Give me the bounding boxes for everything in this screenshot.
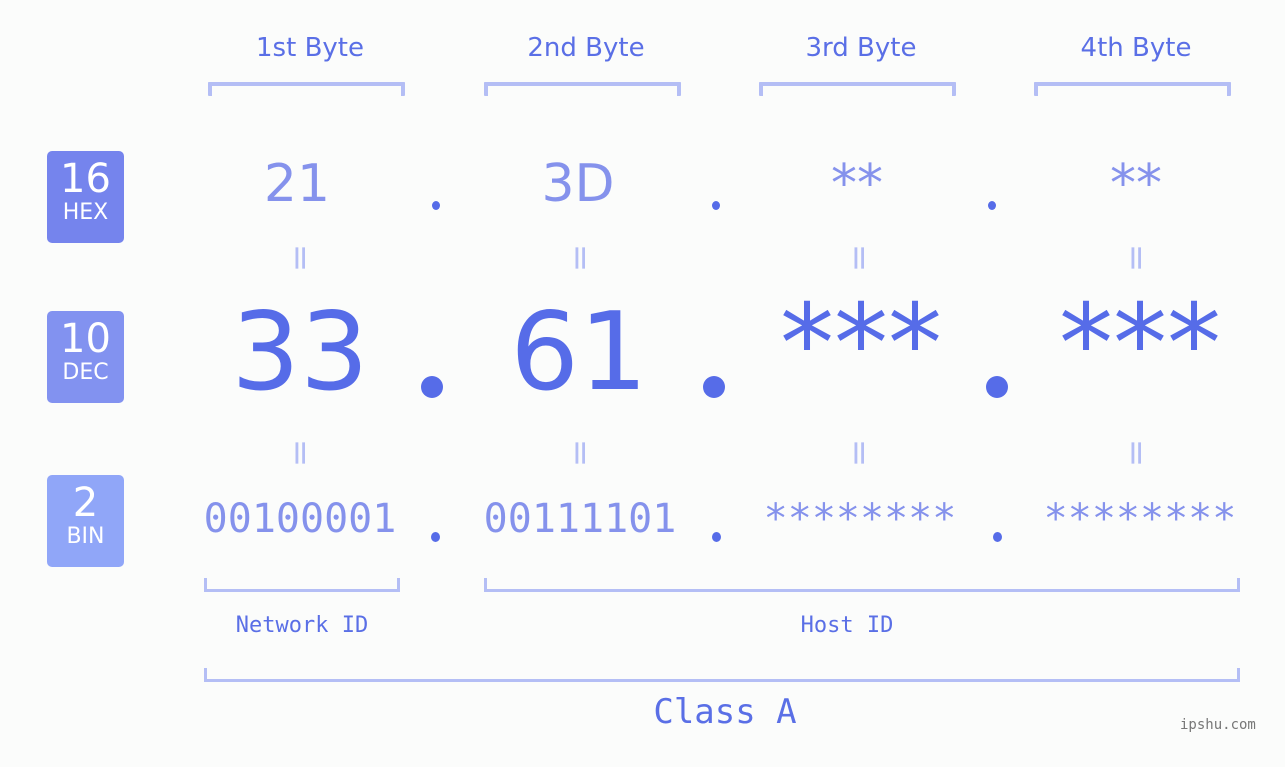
dec-value-1: 33: [231, 290, 369, 415]
equals-icon: =: [280, 243, 320, 273]
host-id-label: Host ID: [800, 613, 894, 638]
hex-badge-number: 16: [60, 156, 111, 202]
class-label: Class A: [653, 692, 797, 732]
byte-bracket-2: [484, 82, 681, 96]
dec-separator-dot: [421, 376, 443, 398]
network-id-label: Network ID: [235, 613, 369, 638]
hex-value-3: **: [831, 154, 883, 214]
byte-bracket-3: [759, 82, 956, 96]
hex-separator-dot: [712, 201, 720, 210]
equals-icon: =: [839, 438, 879, 468]
dec-separator-dot: [986, 376, 1008, 398]
bin-badge: 2 BIN: [47, 475, 124, 567]
byte-header-4: 4th Byte: [1080, 33, 1192, 63]
hex-value-2: 3D: [541, 154, 615, 214]
network-id-bracket: [204, 578, 400, 592]
bin-value-2: 00111101: [483, 496, 677, 542]
dec-badge: 10 DEC: [47, 311, 124, 403]
dec-value-4: ***: [1059, 282, 1221, 407]
host-id-bracket: [484, 578, 1240, 592]
bin-badge-label: BIN: [66, 524, 105, 549]
bin-badge-number: 2: [72, 480, 99, 526]
bin-separator-dot: [431, 532, 440, 542]
bin-value-3: ********: [763, 496, 957, 542]
class-bracket: [204, 668, 1240, 682]
dec-value-2: 61: [510, 290, 648, 415]
bin-separator-dot: [712, 532, 721, 542]
byte-header-1: 1st Byte: [256, 33, 364, 63]
equals-icon: =: [839, 243, 879, 273]
equals-icon: =: [1116, 438, 1156, 468]
bin-value-1: 00100001: [203, 496, 397, 542]
watermark: ipshu.com: [1180, 717, 1256, 733]
dec-value-3: ***: [780, 282, 942, 407]
hex-badge-label: HEX: [62, 200, 109, 225]
dec-badge-number: 10: [60, 316, 111, 362]
equals-icon: =: [280, 438, 320, 468]
hex-separator-dot: [432, 201, 440, 210]
hex-value-1: 21: [263, 154, 331, 214]
byte-header-3: 3rd Byte: [805, 33, 917, 63]
hex-separator-dot: [988, 201, 996, 210]
bin-value-4: ********: [1043, 496, 1237, 542]
bin-separator-dot: [993, 532, 1002, 542]
hex-value-4: **: [1110, 154, 1162, 214]
dec-badge-label: DEC: [62, 360, 109, 385]
hex-badge: 16 HEX: [47, 151, 124, 243]
byte-bracket-4: [1034, 82, 1231, 96]
equals-icon: =: [560, 243, 600, 273]
equals-icon: =: [1116, 243, 1156, 273]
byte-header-2: 2nd Byte: [527, 33, 645, 63]
dec-separator-dot: [703, 376, 725, 398]
byte-bracket-1: [208, 82, 405, 96]
equals-icon: =: [560, 438, 600, 468]
